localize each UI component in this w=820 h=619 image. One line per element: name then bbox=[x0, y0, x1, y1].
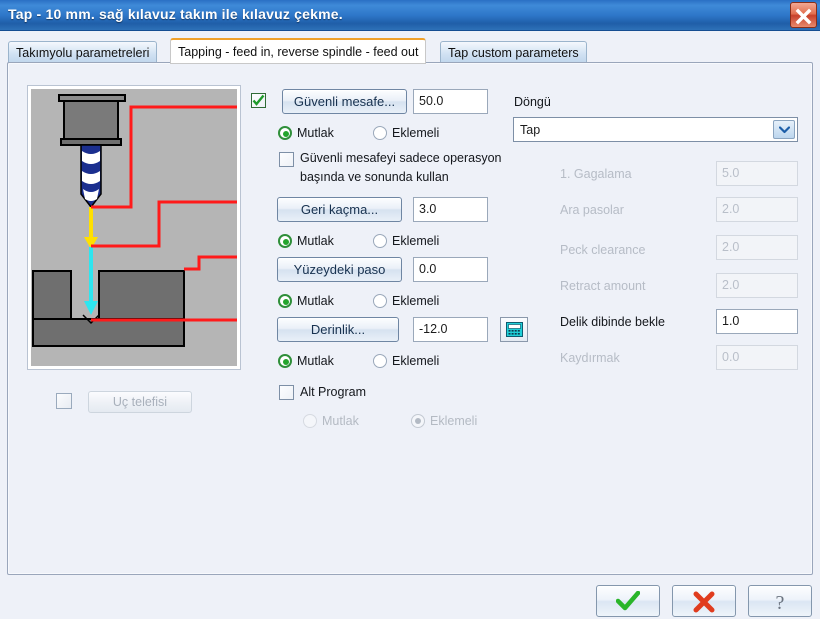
subsequent-peck-value: 2.0 bbox=[716, 197, 798, 222]
window-title: Tap - 10 mm. sağ kılavuz takım ile kılav… bbox=[8, 6, 343, 22]
safety-distance-enable-checkbox[interactable] bbox=[251, 93, 266, 108]
retract-absolute-label: Mutlak bbox=[297, 234, 334, 248]
safety-distance-incremental-radio[interactable] bbox=[373, 126, 387, 140]
cycle-select[interactable]: Tap bbox=[513, 117, 798, 142]
subprogram-label: Alt Program bbox=[300, 385, 366, 399]
tab-tap-custom-parameters[interactable]: Tap custom parameters bbox=[440, 41, 587, 63]
cross-icon bbox=[693, 591, 715, 613]
ok-button[interactable] bbox=[596, 585, 660, 617]
retract-value[interactable]: 3.0 bbox=[413, 197, 488, 222]
subprogram-checkbox[interactable] bbox=[279, 385, 294, 400]
tab-tapping-feed-in-reverse-spindle-feed-out[interactable]: Tapping - feed in, reverse spindle - fee… bbox=[170, 38, 427, 64]
peck-clearance-value: 2.0 bbox=[716, 235, 798, 260]
check-icon bbox=[616, 591, 640, 611]
subprogram-incremental-label: Eklemeli bbox=[430, 414, 478, 428]
depth-calculator-button[interactable] bbox=[500, 317, 528, 342]
subsequent-peck-label: Ara pasolar bbox=[560, 203, 624, 217]
top-of-stock-incremental-label: Eklemeli bbox=[392, 294, 440, 308]
top-of-stock-incremental-radio[interactable] bbox=[373, 294, 387, 308]
safety-distance-value[interactable]: 50.0 bbox=[413, 89, 488, 114]
subprogram-absolute-radio bbox=[303, 414, 317, 428]
calculator-icon bbox=[505, 322, 523, 337]
check-icon bbox=[252, 94, 265, 106]
subprogram-incremental-radio bbox=[411, 414, 425, 428]
safety-distance-absolute-label: Mutlak bbox=[297, 126, 334, 140]
top-of-stock-absolute-radio[interactable] bbox=[278, 294, 292, 308]
question-icon: ? bbox=[776, 592, 785, 613]
cancel-button[interactable] bbox=[672, 585, 736, 617]
close-icon bbox=[795, 8, 812, 25]
safety-distance-only-line1: Güvenli mesafeyi sadece operasyon bbox=[300, 151, 502, 165]
top-of-stock-button[interactable]: Yüzeydeki paso bbox=[277, 257, 402, 282]
retract-amount-value: 2.0 bbox=[716, 273, 798, 298]
first-peck-label: 1. Gagalama bbox=[560, 167, 632, 181]
depth-incremental-radio[interactable] bbox=[373, 354, 387, 368]
window-titlebar: Tap - 10 mm. sağ kılavuz takım ile kılav… bbox=[0, 0, 820, 31]
chevron-down-icon[interactable] bbox=[773, 120, 795, 139]
depth-value[interactable]: -12.0 bbox=[413, 317, 488, 342]
top-of-stock-value[interactable]: 0.0 bbox=[413, 257, 488, 282]
top-of-stock-absolute-label: Mutlak bbox=[297, 294, 334, 308]
safety-distance-only-line2: başında ve sonunda kullan bbox=[300, 170, 449, 184]
safety-distance-button[interactable]: Güvenli mesafe... bbox=[282, 89, 407, 114]
tab-takimyolu-parametreleri[interactable]: Takımyolu parametreleri bbox=[8, 41, 158, 63]
tip-compensation-button[interactable]: Uç telefisi bbox=[88, 391, 192, 413]
cycle-label: Döngü bbox=[514, 95, 551, 109]
shift-value: 0.0 bbox=[716, 345, 798, 370]
depth-incremental-label: Eklemeli bbox=[392, 354, 440, 368]
toolpath-diagram-icon bbox=[31, 89, 237, 366]
safety-distance-absolute-radio[interactable] bbox=[278, 126, 292, 140]
retract-amount-label: Retract amount bbox=[560, 279, 646, 293]
close-button[interactable] bbox=[790, 2, 817, 28]
shift-label: Kaydırmak bbox=[560, 351, 620, 365]
retract-incremental-radio[interactable] bbox=[373, 234, 387, 248]
retract-absolute-radio[interactable] bbox=[278, 234, 292, 248]
dwell-value[interactable]: 1.0 bbox=[716, 309, 798, 334]
cycle-selected-value: Tap bbox=[520, 123, 541, 137]
subprogram-absolute-label: Mutlak bbox=[322, 414, 359, 428]
peck-clearance-label: Peck clearance bbox=[560, 243, 646, 257]
dwell-label: Delik dibinde bekle bbox=[560, 315, 665, 329]
help-button[interactable]: ? bbox=[748, 585, 812, 617]
depth-absolute-label: Mutlak bbox=[297, 354, 334, 368]
tab-strip: Takımyolu parametreleri Tapping - feed i… bbox=[0, 31, 820, 64]
safety-distance-incremental-label: Eklemeli bbox=[392, 126, 440, 140]
retract-button[interactable]: Geri kaçma... bbox=[277, 197, 402, 222]
tip-compensation-checkbox[interactable] bbox=[56, 393, 72, 409]
first-peck-value: 5.0 bbox=[716, 161, 798, 186]
safety-distance-only-text: Güvenli mesafeyi sadece operasyon başınd… bbox=[278, 150, 506, 188]
svg-text:?: ? bbox=[776, 592, 785, 613]
retract-incremental-label: Eklemeli bbox=[392, 234, 440, 248]
toolpath-preview bbox=[27, 85, 241, 370]
depth-absolute-radio[interactable] bbox=[278, 354, 292, 368]
depth-button[interactable]: Derinlik... bbox=[277, 317, 399, 342]
